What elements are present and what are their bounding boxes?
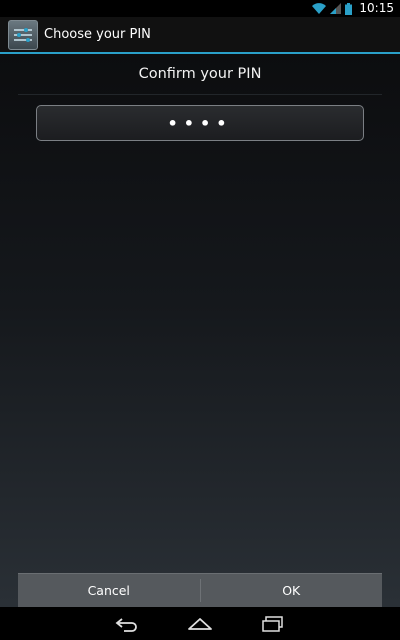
clock: 10:15 [359,1,394,15]
pin-value: •••• [167,113,233,133]
button-bar: Cancel OK [18,573,382,607]
back-icon[interactable] [107,612,147,636]
page-title: Confirm your PIN [18,54,382,95]
signal-icon [330,3,342,14]
battery-icon [345,2,353,15]
home-icon[interactable] [180,612,220,636]
pin-input[interactable]: •••• [36,105,364,141]
action-bar: Choose your PIN [0,17,400,54]
action-bar-title: Choose your PIN [44,27,151,42]
content-area: Confirm your PIN •••• [0,54,400,607]
cancel-button[interactable]: Cancel [18,574,200,607]
ok-button[interactable]: OK [201,574,383,607]
wifi-icon [312,3,327,14]
navigation-bar [0,607,400,640]
recent-apps-icon[interactable] [253,612,293,636]
settings-sliders-icon[interactable] [8,19,38,50]
status-bar: 10:15 [0,0,400,17]
